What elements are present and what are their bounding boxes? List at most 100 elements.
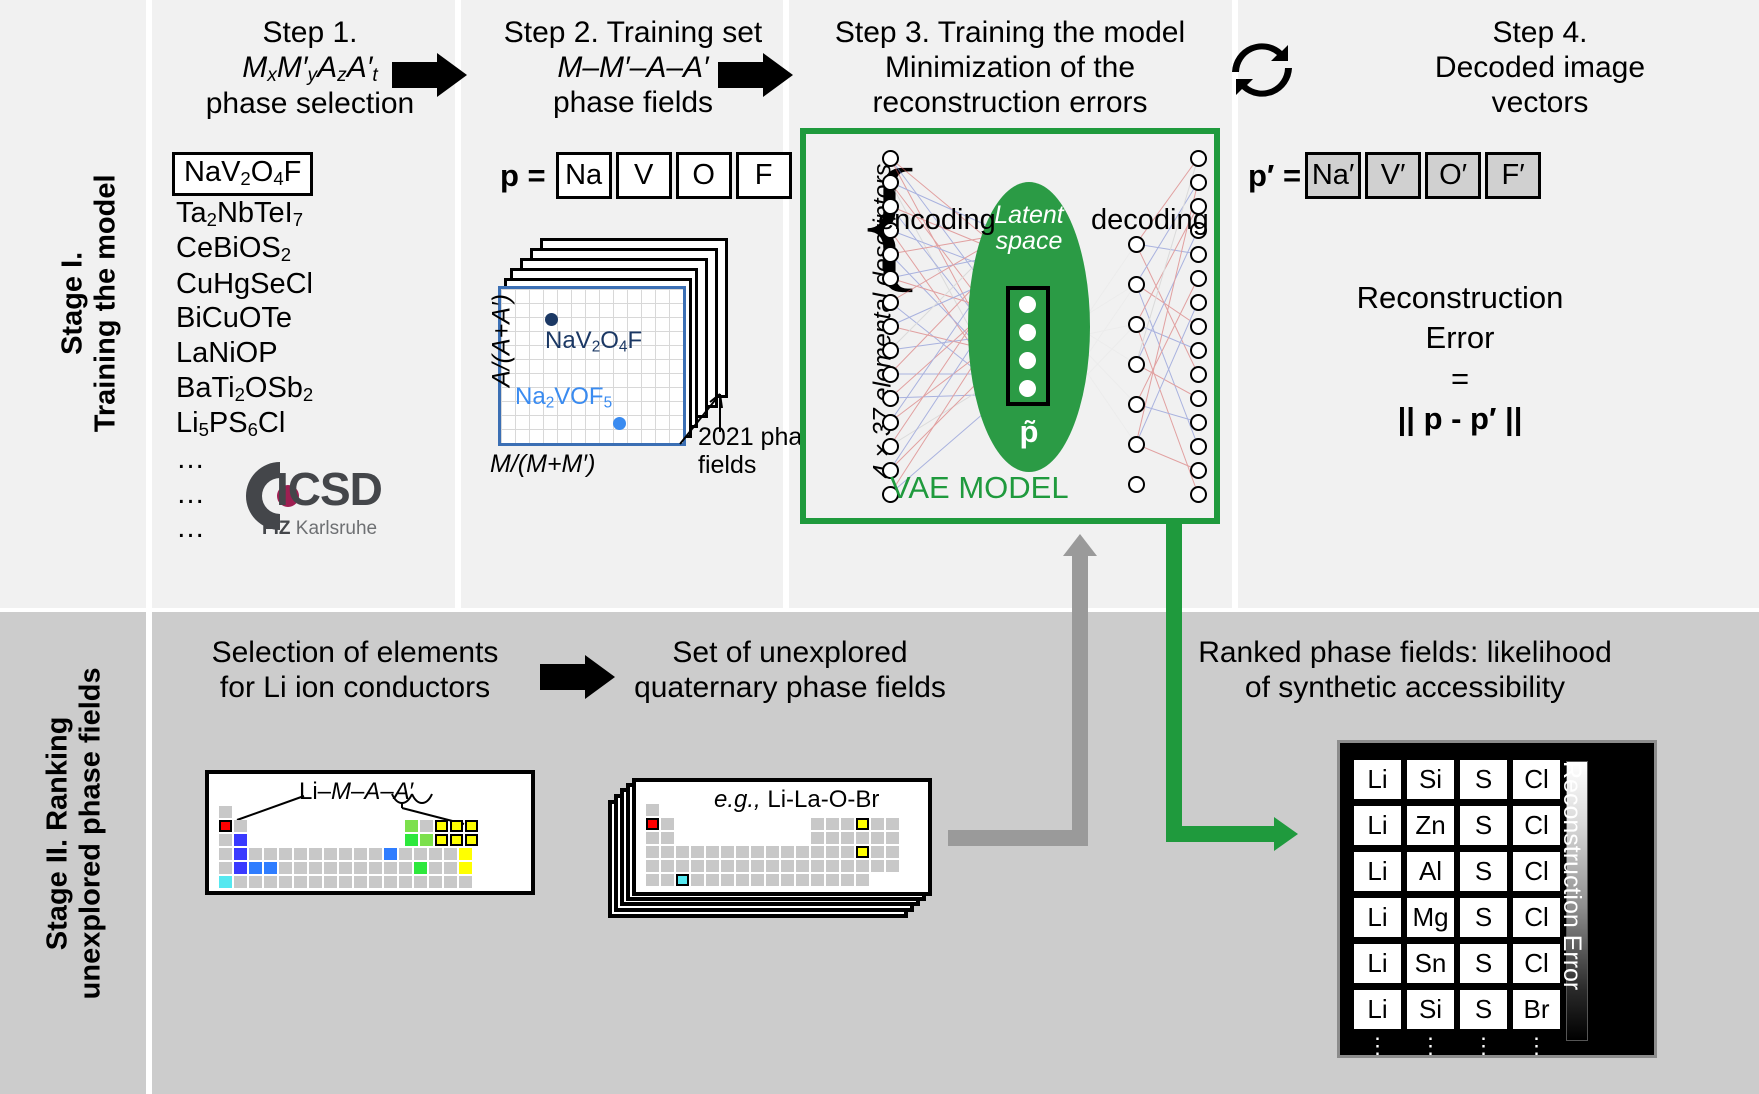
highlighted-formula-box: NaV2O4F — [172, 152, 314, 197]
p-prime-label: p′ = — [1248, 157, 1302, 193]
latent-vector-symbol: p̃ — [1019, 414, 1039, 449]
rk-cell: Li — [1353, 759, 1402, 800]
rk-ellipsis: ⋮ — [1525, 1033, 1548, 1058]
data-point-blue — [613, 417, 626, 430]
step4-title-line3: vectors — [1491, 85, 1589, 119]
data-point-dark — [545, 313, 558, 326]
decoder-node — [1128, 396, 1145, 413]
karlsruhe-text: Karlsruhe — [290, 518, 378, 539]
decoder-node — [1128, 436, 1145, 453]
rk-cell: Cl — [1512, 805, 1561, 846]
reconstruction-error-formula: Reconstruction Error = || p - p′ || — [1250, 278, 1670, 439]
formula-item: BiCuOTe — [176, 302, 293, 335]
panel-b-line2: quaternary phase fields — [634, 670, 946, 704]
rk-cell: Cl — [1512, 943, 1561, 984]
rk-cell: Cl — [1512, 897, 1561, 938]
latent-line2: space — [995, 227, 1063, 256]
refresh-cycle-icon — [1232, 43, 1292, 97]
p-cell-o: O — [675, 152, 732, 199]
rk-cell: Si — [1406, 759, 1455, 800]
latent-node — [1019, 324, 1036, 341]
input-node — [882, 150, 899, 167]
icsd-wordmark: ICSD — [276, 463, 383, 515]
step3-title-line3: reconstruction errors — [872, 85, 1148, 119]
formula-item: Li5PS6Cl — [176, 407, 286, 441]
pprime-cell-na: Na′ — [1305, 152, 1362, 199]
p-cell-f: F — [735, 152, 792, 199]
step1-title-line3: phase selection — [205, 87, 415, 121]
step1-title-formula: MxM′yAzA′t — [242, 50, 378, 87]
output-node — [1190, 246, 1207, 263]
pt2-cell-highlight-yellow-2 — [856, 846, 869, 858]
rk-cell: Li — [1353, 805, 1402, 846]
fiz-bold: FIZ — [262, 518, 291, 539]
panel-a-line2: for Li ion conductors — [219, 670, 491, 704]
step1-title-line1: Step 1. — [262, 16, 358, 49]
rk-cell: Cl — [1512, 851, 1561, 892]
stage2-panel-a-title: Selection of elements for Li ion conduct… — [180, 636, 530, 706]
latent-node — [1019, 296, 1036, 313]
pprime-cell-o: O′ — [1425, 152, 1482, 199]
table-row: Li Mg S Cl — [1353, 897, 1561, 938]
stage1-label: Stage I. Training the model — [57, 23, 124, 583]
p-cell-na: Na — [555, 152, 612, 199]
input-node — [882, 270, 899, 287]
output-node — [1190, 294, 1207, 311]
pt-cell-li-selected — [219, 820, 232, 832]
periodic-table-2-label: e.g., Li-La-O-Br — [714, 786, 880, 813]
rk-cell: Li — [1353, 851, 1402, 892]
step3-title: Step 3. Training the model Minimization … — [800, 16, 1220, 120]
decoder-node — [1128, 276, 1145, 293]
decoding-label: decoding — [1091, 204, 1209, 236]
rk-cell: Mg — [1406, 897, 1455, 938]
output-node — [1190, 486, 1207, 503]
rk-ellipsis: ⋮ — [1366, 1033, 1389, 1058]
stage2-left-separator — [146, 612, 152, 1094]
table-row: Li Zn S Cl — [1353, 805, 1561, 846]
input-node — [882, 390, 899, 407]
step2-title-line1: Step 2. Training set — [503, 16, 763, 49]
p-vector-label: p = — [500, 157, 546, 193]
input-node — [882, 414, 899, 431]
rk-cell: S — [1459, 759, 1508, 800]
panel-c-line2: of synthetic accessibility — [1244, 670, 1566, 704]
rk-cell: Al — [1406, 851, 1455, 892]
encoding-label: encoding — [878, 204, 996, 236]
stage2-label-line2: unexplored phase fields — [75, 667, 107, 1000]
output-node — [1190, 174, 1207, 191]
rk-cell: S — [1459, 897, 1508, 938]
input-vector-p: p = Na V O F — [500, 152, 796, 199]
stage1-label-line1: Stage I. — [56, 251, 89, 355]
input-node — [882, 174, 899, 191]
table-row: Li Si S Cl — [1353, 759, 1561, 800]
input-node — [882, 366, 899, 383]
formula-item: CeBiOS2 — [176, 232, 292, 266]
decoder-node — [1128, 236, 1145, 253]
input-node — [882, 438, 899, 455]
recon-err-line2: Error — [1425, 320, 1495, 356]
output-node — [1190, 342, 1207, 359]
p-cell-v: V — [615, 152, 672, 199]
table-ellipsis-row: ⋮ ⋮ ⋮ ⋮ — [1353, 1033, 1561, 1059]
step2-title-line3: phase fields — [552, 85, 714, 119]
phase-field-front-sheet: NaV2O4F Na2VOF5 — [498, 286, 686, 446]
ptable1-leader-lines — [236, 793, 465, 825]
formula-item: Ta2NbTeI7 — [176, 197, 304, 231]
decoder-node — [1128, 316, 1145, 333]
input-node — [882, 318, 899, 335]
phase-field-x-axis-label: M/(M+M′) — [490, 450, 596, 478]
data-point-blue-label: Na2VOF5 — [515, 383, 613, 412]
rk-cell: Li — [1353, 897, 1402, 938]
table-row: Li Si S Br — [1353, 989, 1561, 1030]
stage1-left-separator — [146, 0, 152, 608]
stage2-panel-c-title: Ranked phase fields: likelihood of synth… — [1155, 636, 1655, 706]
latent-node — [1019, 380, 1036, 397]
output-node — [1190, 318, 1207, 335]
rk-cell: Br — [1512, 989, 1561, 1030]
data-point-dark-label: NaV2O4F — [545, 327, 643, 356]
stage1-label-line2: Training the model — [90, 174, 122, 433]
latent-node — [1019, 352, 1036, 369]
phase-field-y-axis-label: A/(A+A′) — [487, 294, 516, 387]
decoder-node — [1128, 476, 1145, 493]
rk-ellipsis: ⋮ — [1419, 1033, 1442, 1058]
